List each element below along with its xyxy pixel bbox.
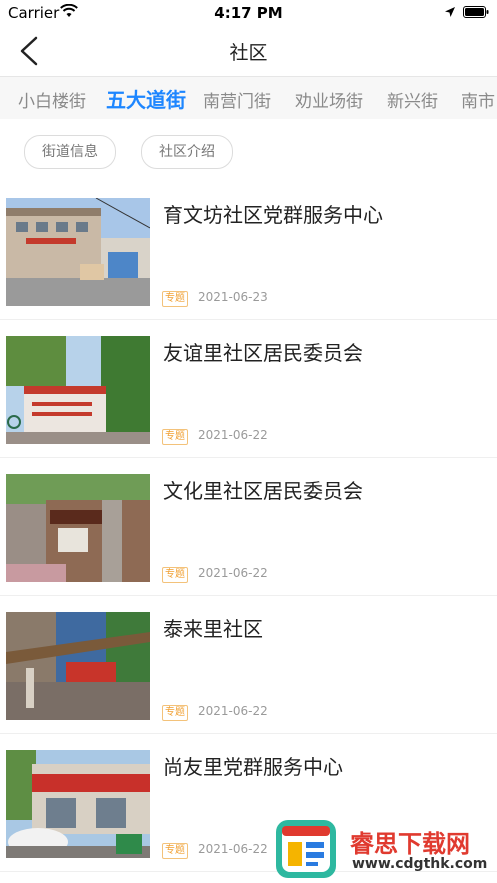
article-date: 2021-06-22 <box>198 704 268 718</box>
topic-tag: 专题 <box>162 843 188 859</box>
watermark: 睿思下载网 www.cdgthk.com <box>274 818 497 883</box>
page-title: 社区 <box>229 42 268 64</box>
article-thumbnail <box>6 474 150 582</box>
article-title: 育文坊社区党群服务中心 <box>163 203 383 227</box>
tab-wudadao[interactable]: 五大道街 <box>106 84 186 113</box>
article-title: 文化里社区居民委员会 <box>163 479 363 503</box>
topic-tag: 专题 <box>162 705 188 721</box>
topic-tag: 专题 <box>162 291 188 307</box>
watermark-url: www.cdgthk.com <box>352 856 488 872</box>
article-date: 2021-06-22 <box>198 566 268 580</box>
location-arrow-icon <box>445 7 455 17</box>
list-item[interactable]: 友谊里社区居民委员会 专题 2021-06-22 <box>0 319 497 458</box>
article-thumbnail <box>6 336 150 444</box>
topic-tag: 专题 <box>162 429 188 445</box>
tab-xinxing[interactable]: 新兴街 <box>387 87 438 112</box>
nav-bar: 社区 <box>0 26 497 77</box>
list-item[interactable]: 文化里社区居民委员会 专题 2021-06-22 <box>0 457 497 596</box>
topic-tag: 专题 <box>162 567 188 583</box>
community-intro-button[interactable]: 社区介绍 <box>141 135 233 169</box>
tab-nanyingmen[interactable]: 南营门街 <box>203 87 271 112</box>
battery-icon <box>463 6 489 18</box>
article-title: 尚友里党群服务中心 <box>163 755 343 779</box>
article-title: 友谊里社区居民委员会 <box>163 341 363 365</box>
article-date: 2021-06-22 <box>198 842 268 856</box>
watermark-title: 睿思下载网 <box>350 830 470 858</box>
street-tabs: 小白楼街 五大道街 南营门街 劝业场街 新兴街 南市 <box>0 77 497 119</box>
article-date: 2021-06-23 <box>198 290 268 304</box>
article-thumbnail <box>6 612 150 720</box>
article-date: 2021-06-22 <box>198 428 268 442</box>
article-title: 泰来里社区 <box>163 617 263 641</box>
article-thumbnail <box>6 750 150 858</box>
watermark-logo-icon <box>276 820 336 878</box>
list-item[interactable]: 泰来里社区 专题 2021-06-22 <box>0 595 497 734</box>
list-item[interactable]: 育文坊社区党群服务中心 专题 2021-06-23 <box>0 181 497 320</box>
tab-xiaobailou[interactable]: 小白楼街 <box>18 87 86 112</box>
status-bar: Carrier 4:17 PM <box>0 0 497 26</box>
clock: 4:17 PM <box>214 4 283 22</box>
tab-nanshi[interactable]: 南市 <box>461 87 495 112</box>
article-thumbnail <box>6 198 150 306</box>
street-info-button[interactable]: 街道信息 <box>24 135 116 169</box>
tab-quanyechang[interactable]: 劝业场街 <box>295 87 363 112</box>
